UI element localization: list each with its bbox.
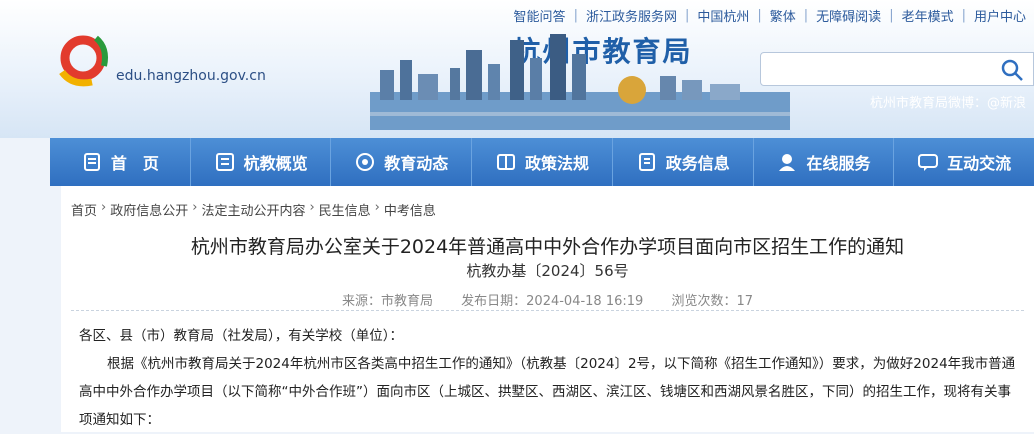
news-icon bbox=[356, 153, 375, 171]
overview-icon bbox=[215, 153, 234, 171]
nav-overview[interactable]: 杭教概览 bbox=[191, 138, 332, 186]
toplink-hangzhou[interactable]: 中国杭州 bbox=[689, 6, 757, 25]
nav-interaction-label: 互动交流 bbox=[947, 154, 1012, 173]
site-header: 智能问答 | 浙江政务服务网 | 中国杭州 | 繁体 | 无障碍阅读 | 老年模式 | 用户… bbox=[0, 0, 1034, 138]
nav-news-label: 教育动态 bbox=[384, 154, 449, 173]
toplink-zjzwfw[interactable]: 浙江政务服务网 bbox=[578, 6, 685, 25]
article-panel: 首页 › 政府信息公开 › 法定主动公开内容 › 民生信息 › 中考信息 杭州市教育局办… bbox=[61, 186, 1034, 432]
nav-home[interactable]: 首 页 bbox=[50, 138, 191, 186]
top-links: 智能问答 | 浙江政务服务网 | 中国杭州 | 繁体 | 无障碍阅读 | 老年模式 | 用户… bbox=[506, 4, 1034, 26]
city-skyline-banner bbox=[370, 34, 790, 130]
article-views: 浏览次数：17 bbox=[671, 294, 753, 309]
breadcrumb-zhongkao[interactable]: 中考信息 bbox=[384, 200, 436, 219]
main-nav: 首 页 杭教概览 教育动态 政策法规 政务信息 在线服务 互动交流 bbox=[50, 138, 1034, 186]
breadcrumb-home[interactable]: 首页 bbox=[71, 200, 97, 219]
home-icon bbox=[83, 153, 100, 171]
breadcrumb: 首页 › 政府信息公开 › 法定主动公开内容 › 民生信息 › 中考信息 bbox=[71, 200, 436, 219]
article-meta: 来源：市教育局 发布日期：2024-04-18 16:19 浏览次数：17 bbox=[61, 290, 1034, 309]
salutation: 各区、县（市）教育局（社发局），有关学校（单位）： bbox=[79, 328, 403, 344]
search-input[interactable] bbox=[760, 52, 1034, 86]
nav-service-label: 在线服务 bbox=[806, 154, 871, 173]
nav-policy[interactable]: 政策法规 bbox=[472, 138, 613, 186]
service-icon bbox=[779, 154, 796, 171]
article-title: 杭州市教育局办公室关于2024年普通高中中外合作办学项目面向市区招生工作的通知 bbox=[190, 236, 905, 258]
nav-news[interactable]: 教育动态 bbox=[331, 138, 473, 186]
article-source: 来源：市教育局 bbox=[342, 294, 434, 309]
nav-policy-label: 政策法规 bbox=[525, 154, 590, 173]
article-body: 各区、县（市）教育局（社发局），有关学校（单位）： 根据《杭州市教育局关于202… bbox=[79, 322, 1016, 434]
chat-icon bbox=[918, 154, 939, 171]
info-icon bbox=[638, 153, 655, 171]
policy-icon bbox=[497, 154, 515, 170]
breadcrumb-statutory[interactable]: 法定主动公开内容 bbox=[201, 200, 305, 219]
toplink-elder-mode[interactable]: 老年模式 bbox=[894, 6, 962, 25]
logo-emblem-icon bbox=[59, 35, 108, 87]
nav-info-label: 政务信息 bbox=[665, 154, 730, 173]
toplink-qa[interactable]: 智能问答 bbox=[506, 6, 574, 25]
site-logo[interactable]: 杭州市教育局 edu.hangzhou.gov.cn bbox=[52, 28, 691, 92]
toplink-user-center[interactable]: 用户中心 bbox=[966, 6, 1034, 25]
breadcrumb-gov-info[interactable]: 政府信息公开 bbox=[110, 200, 188, 219]
paragraph: 根据《杭州市教育局关于2024年杭州市区各类高中招生工作的通知》（杭教基〔202… bbox=[79, 356, 1016, 428]
logo-domain: edu.hangzhou.gov.cn bbox=[116, 68, 266, 84]
nav-overview-label: 杭教概览 bbox=[243, 154, 308, 173]
toplink-traditional[interactable]: 繁体 bbox=[762, 6, 804, 25]
nav-info[interactable]: 政务信息 bbox=[613, 138, 754, 186]
weibo-link[interactable]: 杭州市教育局微博：@新浪 bbox=[870, 92, 1026, 111]
nav-interaction[interactable]: 互动交流 bbox=[894, 138, 1034, 186]
article-date: 发布日期：2024-04-18 16:19 bbox=[461, 294, 644, 309]
breadcrumb-livelihood[interactable]: 民生信息 bbox=[319, 200, 371, 219]
nav-service[interactable]: 在线服务 bbox=[754, 138, 895, 186]
nav-home-label: 首 页 bbox=[110, 154, 159, 173]
divider bbox=[71, 310, 1024, 311]
search-icon[interactable] bbox=[999, 57, 1025, 83]
toplink-accessibility[interactable]: 无障碍阅读 bbox=[808, 6, 889, 25]
doc-number: 杭教办基〔2024〕56号 bbox=[466, 262, 629, 280]
